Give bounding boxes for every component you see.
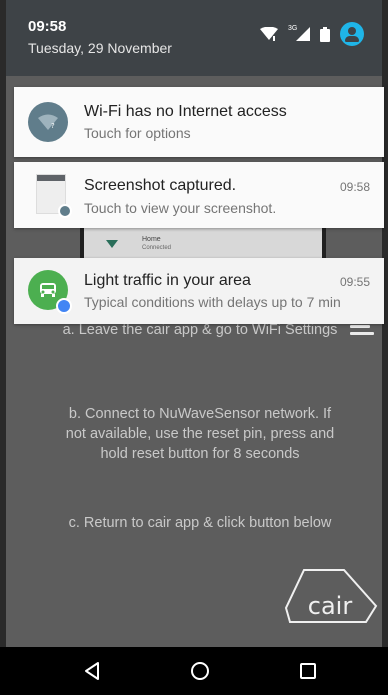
back-icon[interactable]: [80, 659, 104, 683]
notification-text: Touch for options: [84, 125, 191, 141]
maps-badge-icon: [56, 298, 72, 314]
notification-text: Typical conditions with delays up to 7 m…: [84, 294, 341, 310]
navigation-bar: [0, 647, 388, 695]
wifi-icon: [260, 27, 278, 41]
cair-logo: cair: [284, 568, 380, 629]
recents-icon[interactable]: [296, 659, 320, 683]
notification-text: Touch to view your screenshot.: [84, 200, 277, 216]
instruction-c: c. Return to cair app & click button bel…: [68, 515, 332, 531]
status-icons: 3G: [260, 22, 364, 46]
notification-traffic[interactable]: Light traffic in your area Typical condi…: [14, 258, 384, 324]
preview-line1: Home: [142, 236, 161, 243]
screenshot-preview-peek: Home Connected: [80, 228, 326, 258]
account-icon[interactable]: [340, 22, 364, 46]
home-icon[interactable]: [188, 659, 212, 683]
svg-text:?: ?: [51, 122, 55, 130]
notification-title: Screenshot captured.: [84, 177, 237, 194]
notification-title: Light traffic in your area: [84, 272, 251, 289]
notification-time: 09:55: [339, 275, 370, 289]
instruction-b: b. Connect to NuWaveSensor network. If n…: [65, 406, 335, 462]
notification-wifi[interactable]: ? Wi-Fi has no Internet access Touch for…: [14, 87, 384, 157]
preview-line2: Connected: [142, 245, 172, 251]
logo-text: cair: [308, 592, 353, 620]
notification-title: Wi-Fi has no Internet access: [84, 103, 287, 120]
wifi-preview-icon: [106, 240, 118, 248]
notification-screenshot[interactable]: Screenshot captured. Touch to view your …: [14, 162, 384, 228]
date-text: Tuesday, 29 November: [28, 40, 172, 56]
clock-time: 09:58: [28, 18, 67, 35]
signal-icon: 3G: [288, 25, 310, 41]
battery-icon: [320, 26, 330, 42]
notification-time: 09:58: [339, 180, 370, 194]
status-header: 09:58 Tuesday, 29 November 3G: [6, 0, 382, 76]
wifi-icon: ?: [28, 102, 68, 142]
screenshot-icon: [58, 204, 72, 218]
